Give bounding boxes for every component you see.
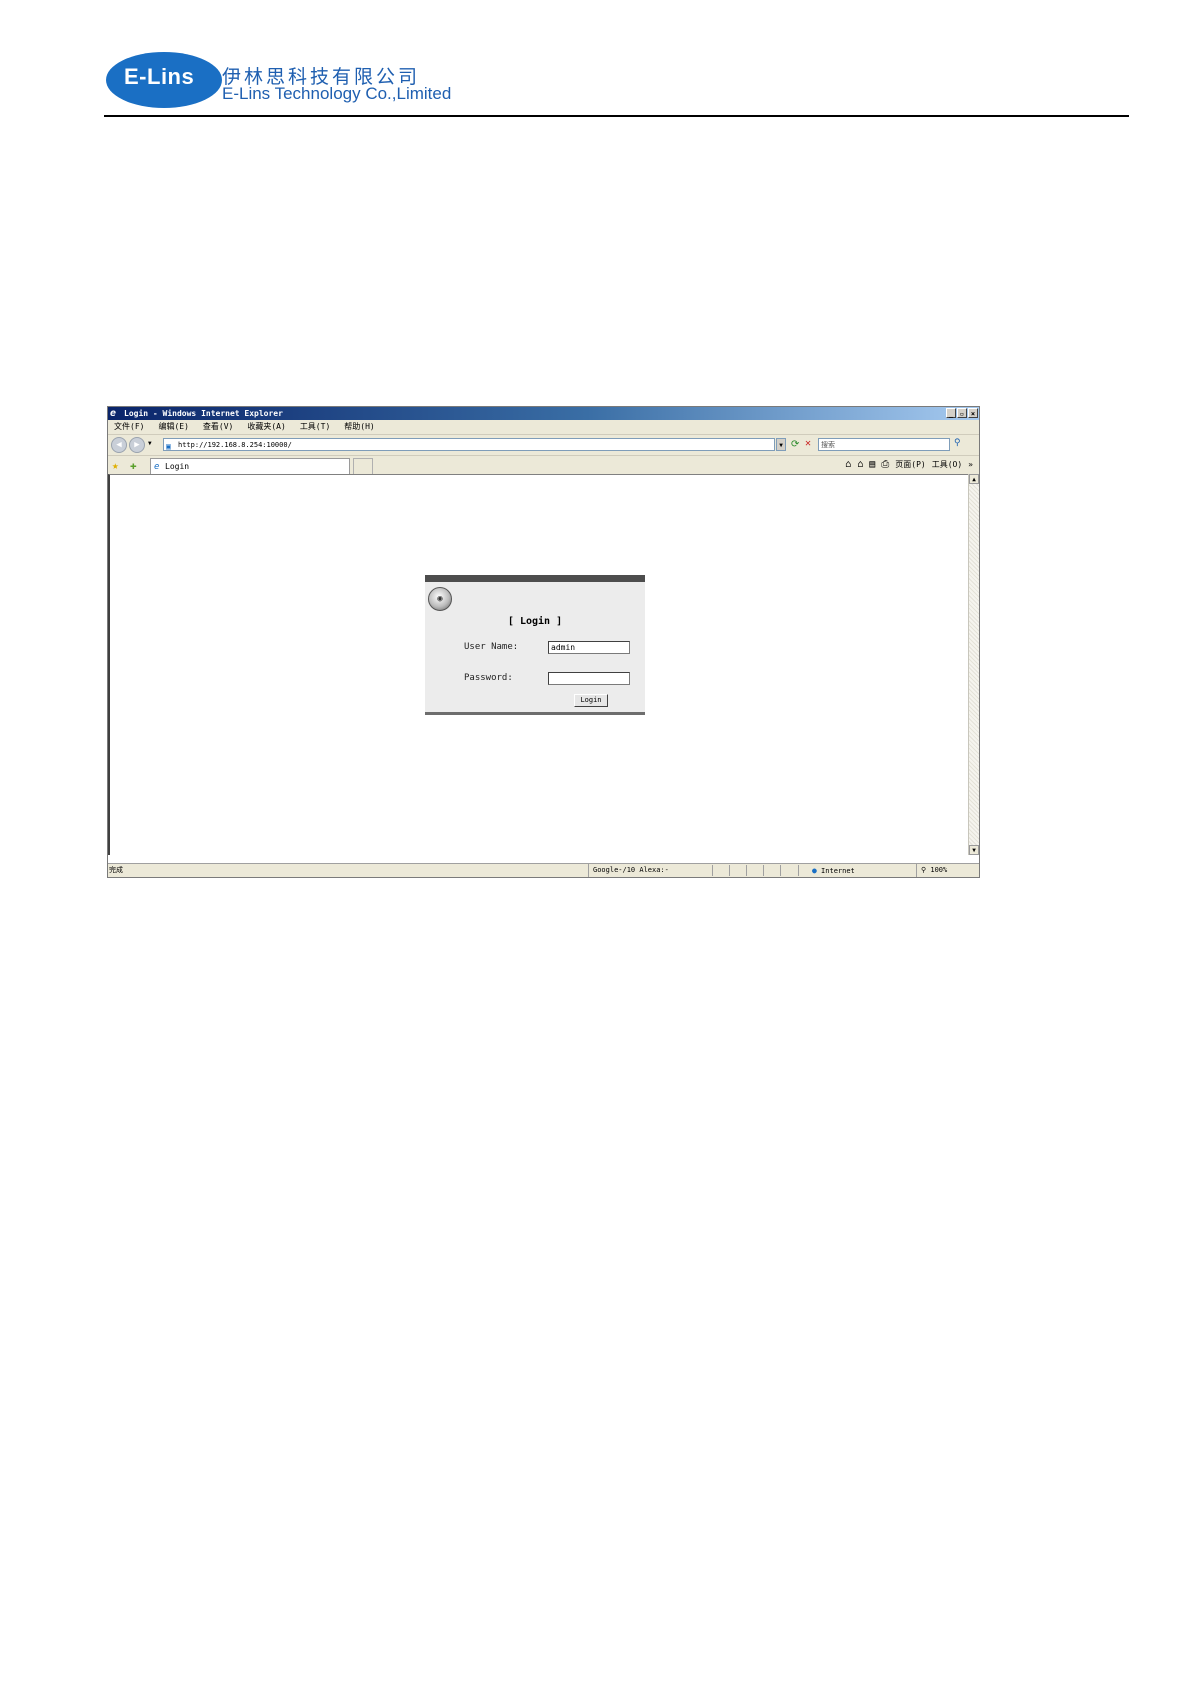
- menu-help[interactable]: 帮助(H): [344, 420, 374, 434]
- menu-view[interactable]: 查看(V): [203, 420, 233, 434]
- title-bar: e Login - Windows Internet Explorer _ ▫ …: [108, 407, 979, 420]
- home-icon[interactable]: ⌂: [857, 459, 863, 471]
- page-menu[interactable]: 页面(P): [895, 459, 925, 471]
- address-input[interactable]: ▣ http://192.168.8.254:10000/: [163, 438, 775, 451]
- print-icon[interactable]: ⎙: [881, 459, 889, 471]
- username-label: User Name:: [464, 642, 519, 652]
- tab-login[interactable]: e Login: [150, 458, 350, 475]
- add-favorites-icon[interactable]: ✚: [130, 459, 137, 472]
- stop-icon[interactable]: ✕: [805, 438, 811, 449]
- menu-bar: 文件(F) 编辑(E) 查看(V) 收藏夹(A) 工具(T) 帮助(H): [108, 420, 979, 435]
- menu-file[interactable]: 文件(F): [114, 420, 144, 434]
- scroll-up-icon[interactable]: ▲: [969, 474, 979, 484]
- search-icon[interactable]: ⚲: [954, 438, 968, 451]
- scroll-down-icon[interactable]: ▼: [969, 845, 979, 855]
- more-chevron-icon[interactable]: »: [968, 459, 973, 471]
- address-text: http://192.168.8.254:10000/: [178, 441, 292, 449]
- search-input[interactable]: 搜索: [818, 438, 950, 451]
- zoom-level[interactable]: ⚲ 100%: [916, 864, 947, 877]
- favorites-star-icon[interactable]: ★: [112, 459, 119, 472]
- status-google-rank: Google-/10 Alexa:-: [588, 864, 710, 877]
- password-input[interactable]: [548, 672, 630, 685]
- forward-button[interactable]: ▶: [129, 437, 145, 453]
- feeds-icon[interactable]: ⌂: [845, 459, 851, 471]
- username-input[interactable]: admin: [548, 641, 630, 654]
- page-icon: ▣: [166, 442, 171, 451]
- new-tab-button[interactable]: [353, 458, 373, 475]
- window-title: Login - Windows Internet Explorer: [124, 409, 283, 418]
- ie-logo-icon: e: [110, 408, 117, 419]
- tab-ie-icon: e: [154, 462, 160, 472]
- logo-text: E-Lins: [124, 64, 195, 89]
- document-header: E-Lins 伊林思科技有限公司 E-Lins Technology Co.,L…: [104, 48, 1129, 114]
- company-logo: E-Lins: [106, 52, 222, 108]
- login-title: [ Login ]: [507, 616, 563, 627]
- restore-button[interactable]: ▫: [957, 408, 967, 418]
- status-divider: [763, 865, 764, 876]
- tab-bar: ★ ✚ e Login ⌂ ⌂ ▤ ⎙ 页面(P) 工具(O) »: [108, 456, 979, 476]
- menu-tools[interactable]: 工具(T): [300, 420, 330, 434]
- menu-edit[interactable]: 编辑(E): [158, 420, 188, 434]
- window-controls: _ ▫ ×: [946, 408, 978, 418]
- status-divider: [729, 865, 730, 876]
- zoom-icon: ⚲: [921, 866, 927, 874]
- login-panel: ◉ [ Login ] User Name: admin Password: L…: [425, 575, 645, 715]
- menu-favorites[interactable]: 收藏夹(A): [247, 420, 285, 434]
- tools-menu[interactable]: 工具(O): [932, 459, 962, 471]
- page-content: ◉ [ Login ] User Name: admin Password: L…: [108, 474, 968, 855]
- zoom-value: 100%: [930, 866, 948, 874]
- status-divider: [712, 865, 713, 876]
- tab-title: Login: [165, 462, 190, 471]
- address-bar: ◀ ▶ ▼ ▣ http://192.168.8.254:10000/ ▼ ⟳ …: [108, 435, 979, 456]
- history-dropdown-icon[interactable]: ▼: [148, 440, 152, 447]
- address-dropdown-icon[interactable]: ▼: [776, 438, 786, 451]
- minimize-button[interactable]: _: [946, 408, 956, 418]
- security-zone: ● Internet: [808, 864, 855, 878]
- back-button[interactable]: ◀: [111, 437, 127, 453]
- status-text: 完成: [109, 866, 123, 874]
- password-label: Password:: [464, 673, 513, 683]
- status-divider: [780, 865, 781, 876]
- company-name-en: E-Lins Technology Co.,Limited: [222, 84, 452, 103]
- zone-label: Internet: [821, 867, 855, 875]
- refresh-icon[interactable]: ⟳: [791, 439, 799, 450]
- browser-window: e Login - Windows Internet Explorer _ ▫ …: [107, 406, 980, 878]
- status-divider: [746, 865, 747, 876]
- header-divider: [104, 115, 1129, 117]
- close-button[interactable]: ×: [968, 408, 978, 418]
- status-divider: [798, 865, 799, 876]
- login-button[interactable]: Login: [574, 694, 608, 707]
- command-bar: ⌂ ⌂ ▤ ⎙ 页面(P) 工具(O) »: [845, 459, 973, 471]
- globe-icon: ●: [812, 866, 817, 875]
- status-bar: 完成 Google-/10 Alexa:- ● Internet ⚲ 100%: [108, 863, 979, 877]
- login-logo-icon: ◉: [428, 587, 452, 611]
- vertical-scrollbar[interactable]: ▲ ▼: [968, 474, 979, 855]
- rss-icon[interactable]: ▤: [869, 459, 875, 471]
